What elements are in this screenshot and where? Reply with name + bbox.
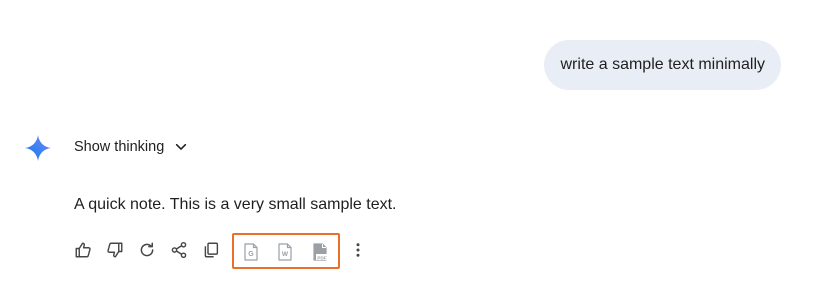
copy-icon [204,242,219,258]
share-icon [171,241,187,259]
response-text: A quick note. This is a very small sampl… [74,196,397,213]
regenerate-button[interactable] [137,240,157,260]
pdf-glyph: PDF [317,255,326,260]
thumbs-down-icon [107,242,123,258]
show-thinking-label: Show thinking [74,139,165,155]
gemini-sparkle-icon [25,135,51,161]
more-vert-icon [356,243,360,257]
google-docs-icon: G [244,243,258,261]
show-thinking-toggle[interactable]: Show thinking [74,136,188,158]
user-prompt-text: write a sample text minimally [560,56,766,73]
refresh-icon [140,242,154,257]
pdf-icon: PDF [312,243,328,261]
export-google-docs-button[interactable]: G [242,242,260,262]
more-options-button[interactable] [348,240,368,260]
word-doc-glyph: W [282,251,289,258]
chevron-down-icon [176,143,187,150]
export-pdf-button[interactable]: PDF [311,242,329,262]
google-docs-glyph: G [248,251,254,258]
thumbs-down-button[interactable] [105,240,125,260]
thumbs-up-button[interactable] [73,240,93,260]
export-options-group: G W PDF [232,233,340,269]
user-prompt-bubble: write a sample text minimally [543,40,781,90]
word-doc-icon: W [278,243,292,261]
share-button[interactable] [169,240,189,260]
copy-button[interactable] [201,240,221,260]
thumbs-up-icon [75,242,91,258]
export-word-button[interactable]: W [276,242,294,262]
